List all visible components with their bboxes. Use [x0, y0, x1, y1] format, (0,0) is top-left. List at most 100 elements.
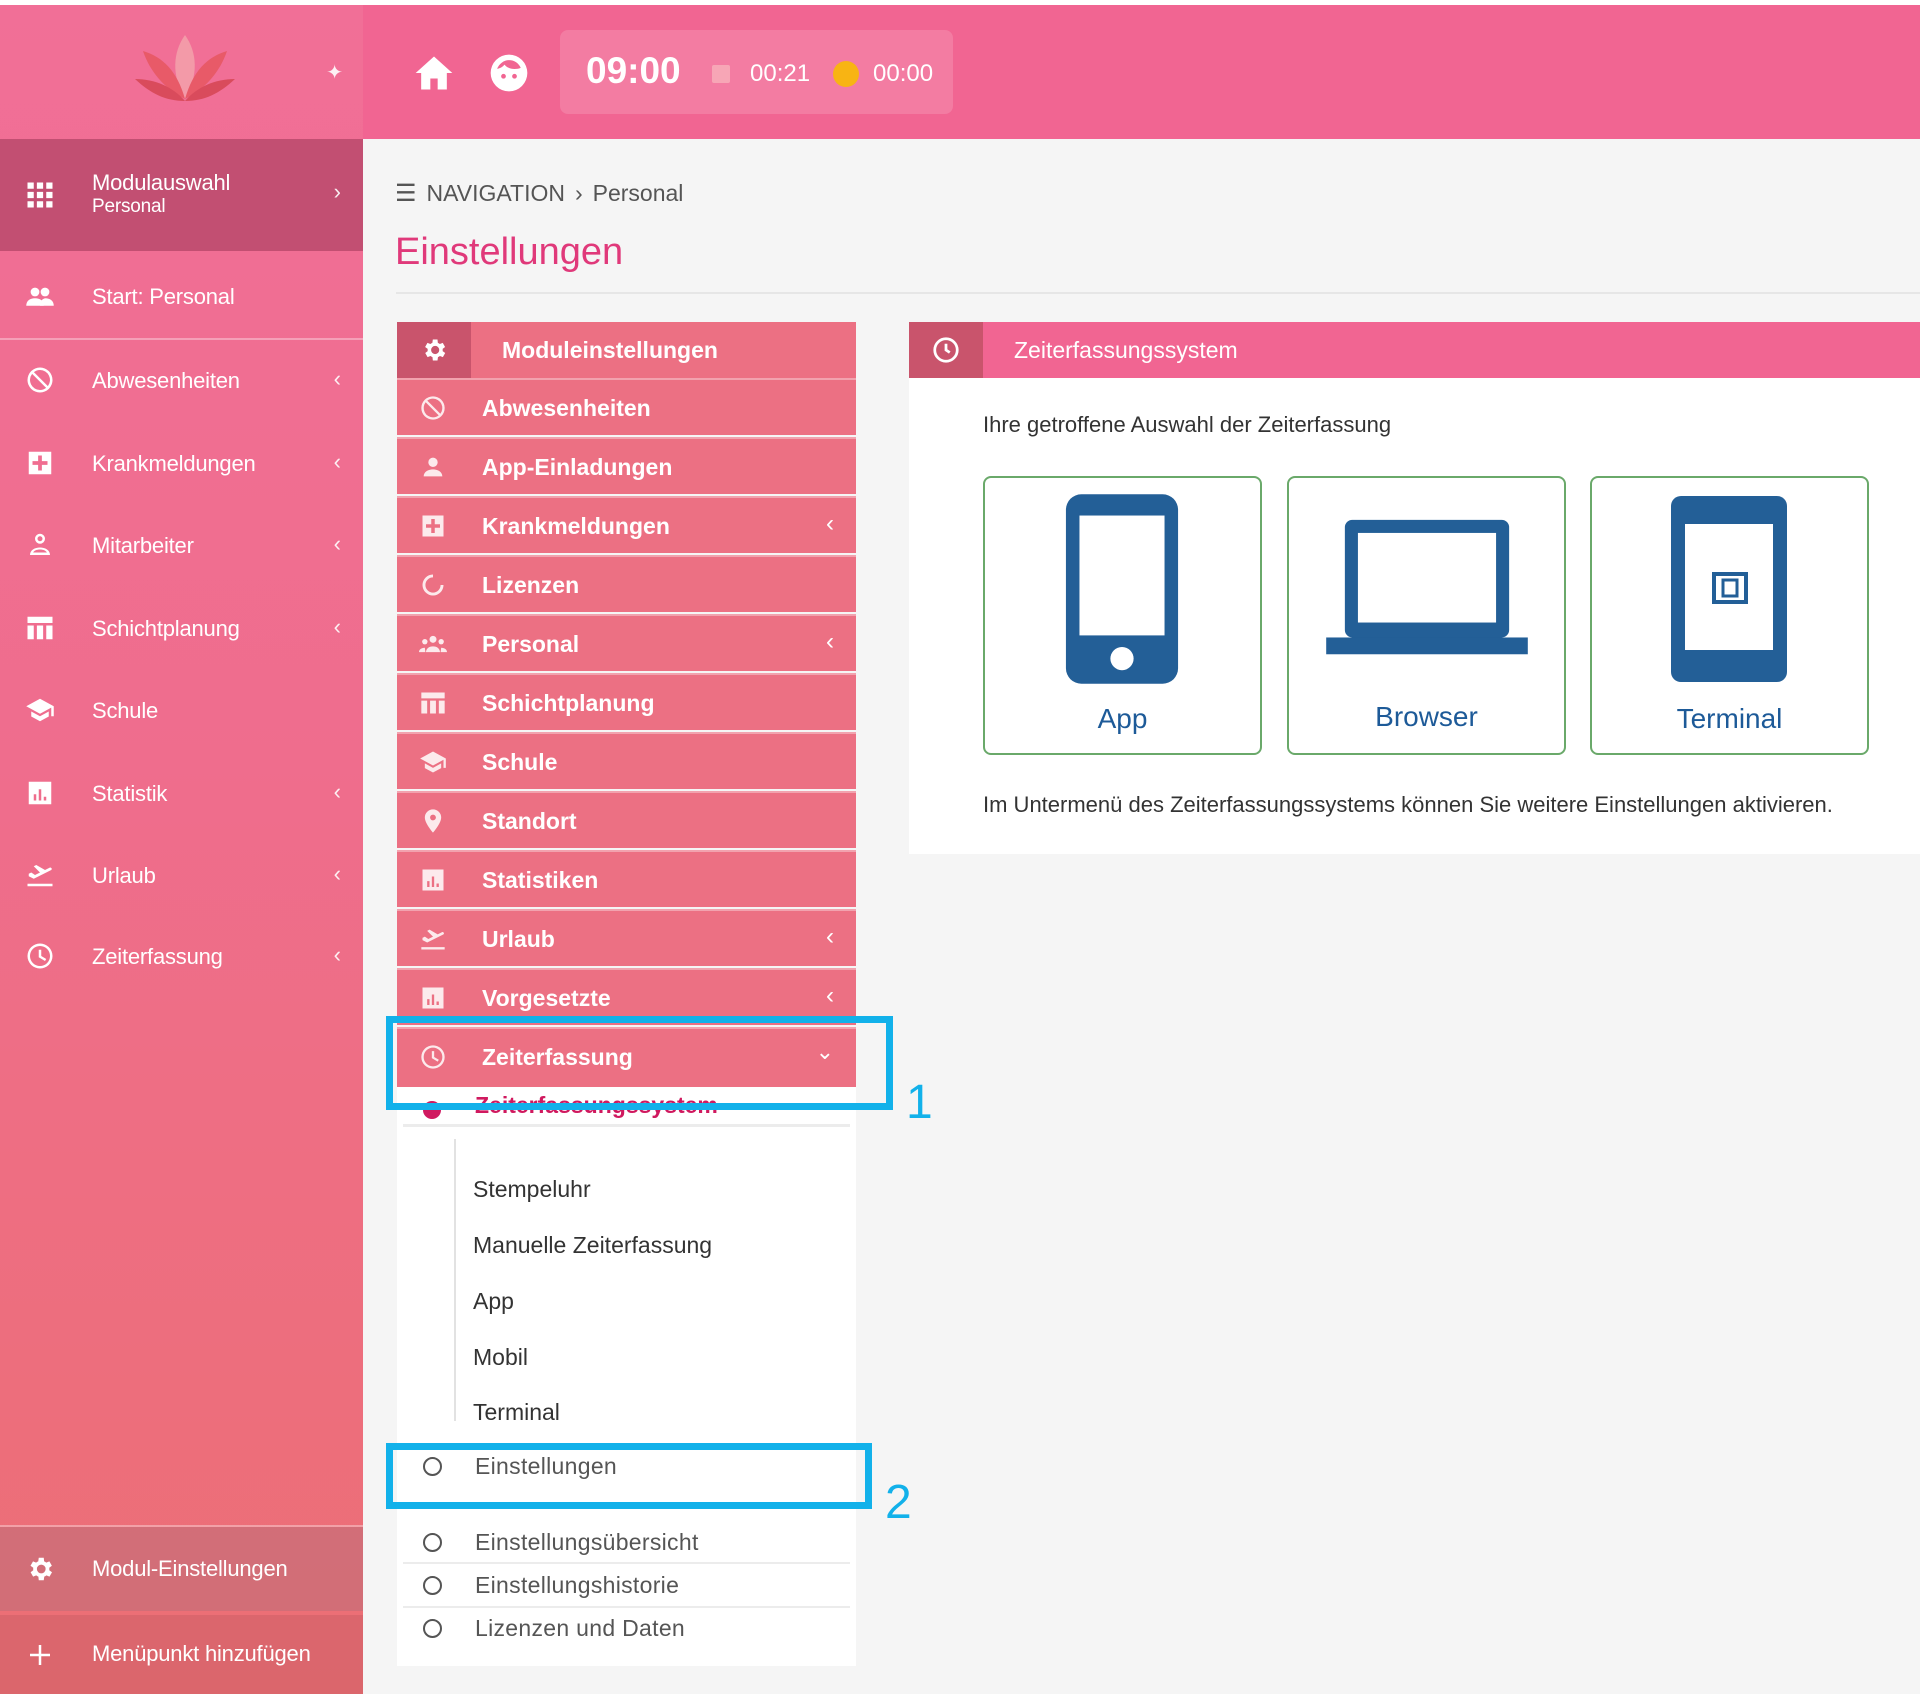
radio-circle-icon [423, 1576, 442, 1595]
chevron-left-icon: ‹ [333, 449, 341, 474]
chevron-left-icon: ‹ [333, 614, 341, 639]
settings-item-label: Standort [482, 808, 577, 834]
sidebar-item-zeiterfassung[interactable]: Zeiterfassung ‹ [0, 926, 363, 986]
graduation-cap-icon [419, 748, 447, 776]
pin-icon[interactable]: ✦ [326, 60, 343, 85]
settings-item-label: Urlaub [482, 926, 555, 952]
settings-item-label: Lizenzen [482, 572, 580, 598]
sidebar-item-statistik[interactable]: Statistik ‹ [0, 763, 363, 823]
medical-plus-icon [419, 512, 447, 540]
bar-chart-icon [419, 866, 447, 894]
card-header: Zeiterfassungssystem [909, 322, 1920, 378]
block-icon [419, 394, 447, 422]
tree-item-app[interactable]: App [473, 1288, 514, 1315]
breadcrumb-root[interactable]: NAVIGATION [427, 180, 565, 207]
module-select-button[interactable]: Modulauswahl Personal › [0, 139, 363, 251]
settings-item-schule[interactable]: Schule [397, 732, 856, 789]
settings-menu-header: Moduleinstellungen [397, 322, 856, 378]
table-icon [20, 608, 60, 648]
settings-item-standort[interactable]: Standort [397, 791, 856, 848]
sidebar-item-abwesenheiten[interactable]: Abwesenheiten ‹ [0, 350, 363, 410]
sidebar-item-mitarbeiter[interactable]: Mitarbeiter ‹ [0, 515, 363, 575]
break-time: 00:00 [873, 60, 934, 87]
pause-coin-icon[interactable] [833, 61, 859, 87]
sidebar-item-label: Schichtplanung [92, 616, 240, 641]
sidebar-item-urlaub[interactable]: Urlaub ‹ [0, 845, 363, 905]
sidebar-item-schule[interactable]: Schule [0, 680, 363, 740]
work-time: 00:21 [750, 60, 811, 87]
settings-item-label: Vorgesetzte [482, 985, 611, 1011]
submenu-divider [403, 1124, 850, 1127]
chevron-left-icon: ‹ [826, 923, 834, 950]
chevron-left-icon: ‹ [826, 510, 834, 537]
chevron-left-icon: ‹ [333, 366, 341, 391]
sidebar-item-label: Mitarbeiter [92, 533, 194, 558]
settings-item-statistiken[interactable]: Statistiken [397, 850, 856, 907]
person-icon [419, 453, 447, 481]
clock-time: 09:00 [586, 50, 681, 91]
submenu-item-label: Lizenzen und Daten [475, 1615, 685, 1641]
time-tracker-box[interactable]: 09:00 00:21 00:00 [560, 30, 953, 114]
sidebar-item-schichtplanung[interactable]: Schichtplanung ‹ [0, 598, 363, 658]
lotus-logo-icon [135, 35, 235, 101]
gear-icon [397, 322, 471, 378]
option-terminal[interactable]: Terminal [1590, 476, 1869, 755]
submenu-item-lizenzen-und-daten[interactable]: Lizenzen und Daten [397, 1607, 856, 1650]
title-divider [396, 292, 1920, 294]
person-icon [20, 525, 60, 565]
sidebar-item-label: Statistik [92, 781, 168, 806]
chevron-left-icon: ‹ [333, 531, 341, 556]
breadcrumb-current[interactable]: Personal [593, 180, 684, 207]
option-label: Terminal [1676, 703, 1783, 734]
settings-item-label: Schichtplanung [482, 690, 655, 716]
sidebar-item-start[interactable]: Start: Personal [0, 255, 363, 339]
option-label: Browser [1375, 701, 1478, 732]
settings-item-app-einladungen[interactable]: App-Einladungen [397, 437, 856, 494]
submenu-item-einstellungsuebersicht[interactable]: Einstellungsübersicht [397, 1521, 856, 1564]
chevron-left-icon: ‹ [826, 628, 834, 655]
sidebar-item-label: Abwesenheiten [92, 368, 240, 393]
settings-menu-title: Moduleinstellungen [502, 337, 718, 363]
submenu-item-label: Einstellungshistorie [475, 1572, 680, 1598]
settings-item-label: Schule [482, 749, 558, 775]
page-title: Einstellungen [395, 231, 624, 273]
card-note: Im Untermenü des Zeiterfassungssystems k… [983, 792, 1833, 817]
callout-box-1 [386, 1016, 893, 1110]
hamburger-icon[interactable]: ☰ [395, 179, 417, 208]
terminal-icon [1671, 496, 1787, 682]
sidebar-item-krankmeldungen[interactable]: Krankmeldungen ‹ [0, 433, 363, 493]
table-icon [419, 689, 447, 717]
module-select-title: Modulauswahl [92, 170, 231, 195]
stop-icon[interactable] [712, 65, 730, 83]
tree-item-stempeluhr[interactable]: Stempeluhr [473, 1176, 591, 1203]
plane-icon [419, 925, 447, 953]
laptop-icon [1326, 519, 1528, 655]
module-settings-button[interactable]: Modul-Einstellungen [0, 1527, 363, 1611]
plane-icon [20, 855, 60, 895]
settings-item-urlaub[interactable]: Urlaub ‹ [397, 909, 856, 966]
tree-item-manuelle-zeiterfassung[interactable]: Manuelle Zeiterfassung [473, 1232, 712, 1259]
option-app[interactable]: App [983, 476, 1262, 755]
add-menu-item-button[interactable]: Menüpunkt hinzufügen [0, 1615, 363, 1694]
face-icon[interactable] [487, 51, 531, 95]
tree-line [454, 1139, 456, 1421]
radio-circle-icon [423, 1619, 442, 1638]
option-browser[interactable]: Browser [1287, 476, 1566, 755]
settings-item-krankmeldungen[interactable]: Krankmeldungen ‹ [397, 496, 856, 553]
settings-item-abwesenheiten[interactable]: Abwesenheiten [397, 378, 856, 435]
settings-item-lizenzen[interactable]: Lizenzen [397, 555, 856, 612]
logo[interactable] [0, 5, 363, 139]
settings-item-schichtplanung[interactable]: Schichtplanung [397, 673, 856, 730]
radio-circle-icon [423, 1533, 442, 1552]
card-title: Zeiterfassungssystem [1014, 337, 1238, 363]
sidebar-item-label: Schule [92, 698, 159, 723]
option-label: App [1097, 703, 1148, 734]
tree-item-terminal[interactable]: Terminal [473, 1399, 560, 1426]
medical-plus-icon [20, 443, 60, 483]
plus-icon [20, 1635, 60, 1675]
tree-item-mobil[interactable]: Mobil [473, 1344, 528, 1371]
chevron-left-icon: ‹ [333, 942, 341, 967]
settings-item-personal[interactable]: Personal ‹ [397, 614, 856, 671]
submenu-item-einstellungshistorie[interactable]: Einstellungshistorie [397, 1564, 856, 1607]
home-icon[interactable] [412, 51, 456, 95]
